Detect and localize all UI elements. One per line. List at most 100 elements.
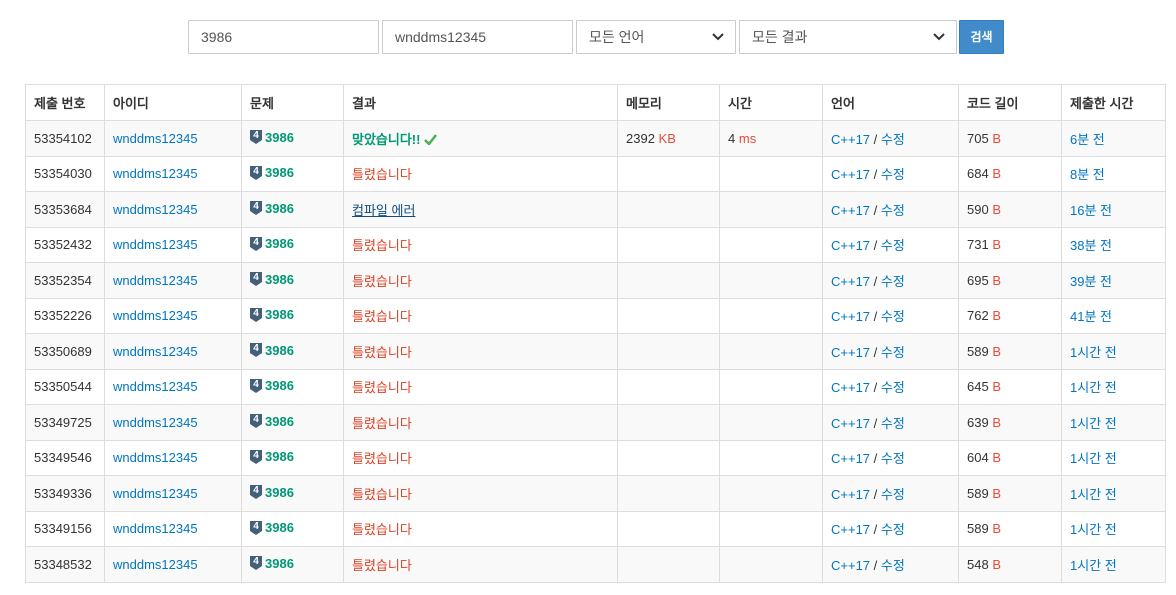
- time-cell: [719, 546, 823, 583]
- edit-link[interactable]: 수정: [881, 132, 905, 147]
- edit-link[interactable]: 수정: [881, 451, 905, 466]
- code-length-unit: B: [992, 521, 1001, 537]
- submitted-time-link[interactable]: 16분 전: [1070, 203, 1112, 218]
- submitted-time-link[interactable]: 1시간 전: [1070, 380, 1117, 395]
- problem-link[interactable]: 4 3986: [250, 485, 294, 500]
- search-button[interactable]: 검색: [959, 20, 1004, 54]
- edit-link[interactable]: 수정: [881, 380, 905, 395]
- language-link[interactable]: C++17: [831, 558, 870, 573]
- edit-link[interactable]: 수정: [881, 274, 905, 289]
- language-link[interactable]: C++17: [831, 238, 870, 253]
- result-text: 틀렸습니다: [352, 415, 412, 431]
- code-length-cell: 639 B: [958, 404, 1062, 441]
- code-length: 731: [967, 237, 989, 253]
- problem-link[interactable]: 4 3986: [250, 307, 294, 322]
- time-cell: [719, 297, 823, 334]
- code-length: 684: [967, 166, 989, 182]
- submitted-time-link[interactable]: 41분 전: [1070, 309, 1112, 324]
- lang-separator: /: [873, 309, 878, 325]
- language-link[interactable]: C++17: [831, 345, 870, 360]
- language-link[interactable]: C++17: [831, 203, 870, 218]
- code-length-cell: 762 B: [958, 297, 1062, 334]
- submitted-time-link[interactable]: 1시간 전: [1070, 345, 1117, 360]
- memory-cell: [617, 297, 720, 334]
- problem-link[interactable]: 4 3986: [250, 236, 294, 251]
- user-link[interactable]: wnddms12345: [113, 166, 198, 181]
- language-link[interactable]: C++17: [831, 274, 870, 289]
- user-link[interactable]: wnddms12345: [113, 273, 198, 288]
- submitted-time-link[interactable]: 1시간 전: [1070, 451, 1117, 466]
- user-link[interactable]: wnddms12345: [113, 131, 198, 146]
- submission-id: 53353684: [25, 191, 105, 228]
- problem-link[interactable]: 4 3986: [250, 520, 294, 535]
- problem-id-input[interactable]: [188, 20, 379, 54]
- code-length-unit: B: [992, 130, 1001, 146]
- code-length-unit: B: [992, 201, 1001, 217]
- result-text[interactable]: 컴파일 에러: [352, 203, 415, 218]
- problem-link[interactable]: 4 3986: [250, 201, 294, 216]
- user-link[interactable]: wnddms12345: [113, 308, 198, 323]
- language-link[interactable]: C++17: [831, 380, 870, 395]
- language-link[interactable]: C++17: [831, 167, 870, 182]
- edit-link[interactable]: 수정: [881, 203, 905, 218]
- result-select[interactable]: 모든 결과: [739, 20, 957, 54]
- submitted-time-link[interactable]: 39분 전: [1070, 274, 1112, 289]
- user-link[interactable]: wnddms12345: [113, 344, 198, 359]
- memory-cell: [617, 404, 720, 441]
- submitted-time-link[interactable]: 6분 전: [1070, 132, 1105, 147]
- problem-link[interactable]: 4 3986: [250, 130, 294, 145]
- submission-id: 53349725: [25, 404, 105, 441]
- table-row: 53352226 wnddms12345 4 3986 틀렸습니다 C++17 / 수정…: [25, 297, 1166, 334]
- time-unit: ms: [738, 130, 757, 146]
- language-link[interactable]: C++17: [831, 451, 870, 466]
- submitted-time-link[interactable]: 8분 전: [1070, 167, 1105, 182]
- edit-link[interactable]: 수정: [881, 238, 905, 253]
- user-link[interactable]: wnddms12345: [113, 379, 198, 394]
- problem-link[interactable]: 4 3986: [250, 343, 294, 358]
- edit-link[interactable]: 수정: [881, 345, 905, 360]
- submitted-time-link[interactable]: 38분 전: [1070, 238, 1112, 253]
- submission-id: 53350689: [25, 333, 105, 370]
- edit-link[interactable]: 수정: [881, 558, 905, 573]
- user-link[interactable]: wnddms12345: [113, 450, 198, 465]
- code-length-cell: 589 B: [958, 510, 1062, 547]
- user-link[interactable]: wnddms12345: [113, 237, 198, 252]
- code-length: 705: [967, 130, 989, 146]
- problem-link[interactable]: 4 3986: [250, 449, 294, 464]
- language-link[interactable]: C++17: [831, 309, 870, 324]
- language-link[interactable]: C++17: [831, 132, 870, 147]
- result-text: 틀렸습니다: [352, 344, 412, 360]
- submitted-time-link[interactable]: 1시간 전: [1070, 416, 1117, 431]
- user-link[interactable]: wnddms12345: [113, 415, 198, 430]
- problem-link[interactable]: 4 3986: [250, 414, 294, 429]
- user-link[interactable]: wnddms12345: [113, 486, 198, 501]
- result-text: 틀렸습니다: [352, 557, 412, 573]
- submitted-time-link[interactable]: 1시간 전: [1070, 487, 1117, 502]
- language-link[interactable]: C++17: [831, 522, 870, 537]
- problem-link[interactable]: 4 3986: [250, 165, 294, 180]
- edit-link[interactable]: 수정: [881, 309, 905, 324]
- user-link[interactable]: wnddms12345: [113, 202, 198, 217]
- edit-link[interactable]: 수정: [881, 522, 905, 537]
- language-link[interactable]: C++17: [831, 487, 870, 502]
- language-cell: C++17 / 수정: [822, 510, 959, 547]
- edit-link[interactable]: 수정: [881, 167, 905, 182]
- lang-separator: /: [873, 167, 878, 183]
- memory-cell: [617, 475, 720, 512]
- edit-link[interactable]: 수정: [881, 416, 905, 431]
- submitted-time-link[interactable]: 1시간 전: [1070, 522, 1117, 537]
- language-link[interactable]: C++17: [831, 416, 870, 431]
- submitted-time-link[interactable]: 1시간 전: [1070, 558, 1117, 573]
- memory-cell: [617, 510, 720, 547]
- language-cell: C++17 / 수정: [822, 333, 959, 370]
- user-id-input[interactable]: [382, 20, 573, 54]
- edit-link[interactable]: 수정: [881, 487, 905, 502]
- problem-link[interactable]: 4 3986: [250, 378, 294, 393]
- code-length: 589: [967, 485, 989, 501]
- user-link[interactable]: wnddms12345: [113, 521, 198, 536]
- result-text: 틀렸습니다: [352, 167, 412, 183]
- problem-link[interactable]: 4 3986: [250, 556, 294, 571]
- problem-link[interactable]: 4 3986: [250, 272, 294, 287]
- user-link[interactable]: wnddms12345: [113, 557, 198, 572]
- language-select[interactable]: 모든 언어: [576, 20, 736, 54]
